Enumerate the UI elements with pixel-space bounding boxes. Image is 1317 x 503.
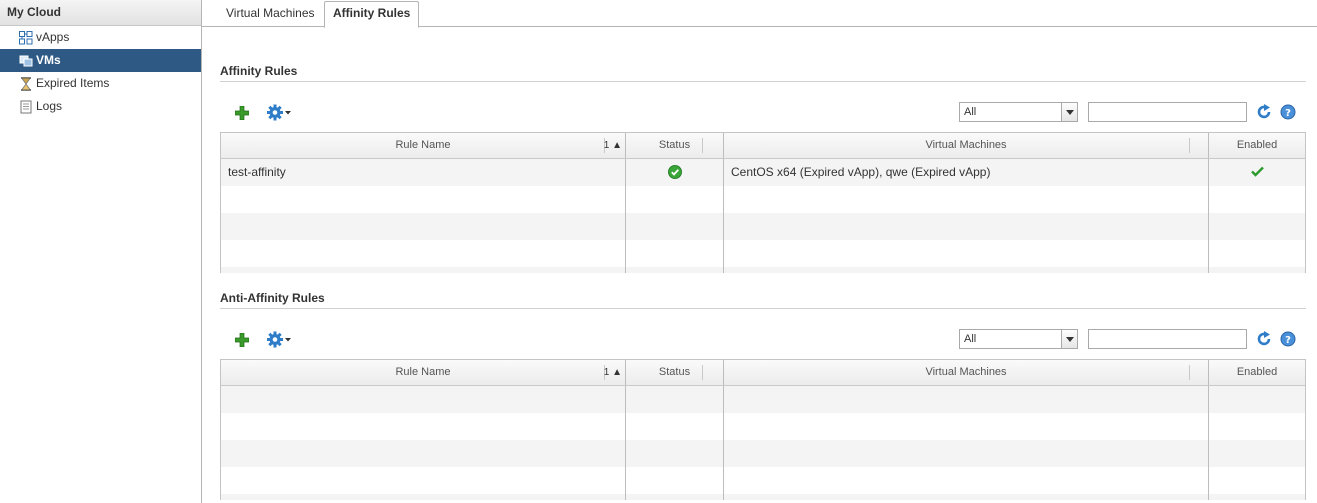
sidebar-title: My Cloud bbox=[0, 0, 201, 26]
help-icon[interactable]: ? bbox=[1280, 331, 1296, 347]
col-header-virtual-machines[interactable]: Virtual Machines bbox=[724, 360, 1209, 385]
cell-rule-name: test-affinity bbox=[221, 159, 626, 186]
chevron-down-icon bbox=[1061, 330, 1077, 348]
sidebar-item-vms[interactable]: VMs bbox=[0, 49, 201, 72]
cell-virtual-machines: CentOS x64 (Expired vApp), qwe (Expired … bbox=[724, 159, 1209, 186]
grid-header: Rule Name 1 ▲ Status Virtual Machines En… bbox=[221, 360, 1305, 386]
table-row-empty bbox=[221, 413, 1305, 440]
col-header-rule-name[interactable]: Rule Name 1 ▲ bbox=[221, 360, 626, 385]
checkmark-icon bbox=[1250, 166, 1264, 177]
refresh-icon[interactable] bbox=[1256, 104, 1272, 120]
table-row[interactable]: test-affinity CentOS x64 (Expired vApp),… bbox=[221, 159, 1305, 186]
cell-enabled bbox=[1209, 159, 1305, 186]
table-row-empty bbox=[221, 186, 1305, 213]
col-header-enabled[interactable]: Enabled bbox=[1209, 133, 1305, 158]
table-row-empty bbox=[221, 440, 1305, 467]
sidebar: My Cloud vApps VMs Expired Items Logs bbox=[0, 0, 202, 503]
col-header-virtual-machines[interactable]: Virtual Machines bbox=[724, 133, 1209, 158]
affinity-rules-grid: Rule Name 1 ▲ Status Virtual Machines En… bbox=[220, 132, 1306, 273]
add-icon[interactable] bbox=[234, 332, 250, 348]
table-row-empty bbox=[221, 467, 1305, 494]
section-title: Affinity Rules bbox=[220, 61, 1306, 82]
col-header-enabled[interactable]: Enabled bbox=[1209, 360, 1305, 385]
sidebar-item-label: Logs bbox=[36, 99, 63, 113]
anti-affinity-rules-grid: Rule Name 1 ▲ Status Virtual Machines En… bbox=[220, 359, 1306, 500]
svg-text:?: ? bbox=[1285, 108, 1291, 119]
add-icon[interactable] bbox=[234, 105, 250, 121]
affinity-rules-section: Affinity Rules All ? Rule Name 1 ▲ Statu… bbox=[220, 61, 1306, 273]
anti-affinity-rules-section: Anti-Affinity Rules All ? Rule Name 1 ▲ bbox=[220, 288, 1306, 500]
table-row-empty bbox=[221, 267, 1305, 273]
sidebar-item-label: vApps bbox=[36, 30, 70, 44]
toolbar: All ? bbox=[220, 324, 1306, 354]
grid-header: Rule Name 1 ▲ Status Virtual Machines En… bbox=[221, 133, 1305, 159]
grid-body: test-affinity CentOS x64 (Expired vApp),… bbox=[221, 159, 1305, 273]
log-icon bbox=[19, 100, 33, 114]
sidebar-item-label: Expired Items bbox=[36, 76, 110, 90]
tab-virtual-machines[interactable]: Virtual Machines bbox=[218, 2, 323, 25]
vm-icon bbox=[19, 54, 33, 68]
table-row-empty bbox=[221, 494, 1305, 500]
section-title: Anti-Affinity Rules bbox=[220, 288, 1306, 309]
tab-bar: Virtual Machines Affinity Rules bbox=[202, 0, 1317, 28]
gear-menu-icon[interactable] bbox=[267, 331, 293, 348]
help-icon[interactable]: ? bbox=[1280, 104, 1296, 120]
table-row-empty bbox=[221, 213, 1305, 240]
toolbar: All ? bbox=[220, 97, 1306, 127]
filter-select[interactable]: All bbox=[959, 102, 1078, 122]
sidebar-item-expired-items[interactable]: Expired Items bbox=[0, 72, 201, 95]
gear-menu-icon[interactable] bbox=[267, 104, 293, 121]
sort-indicator: 1 ▲ bbox=[603, 367, 622, 378]
grid-body bbox=[221, 386, 1305, 500]
chevron-down-icon bbox=[1061, 103, 1077, 121]
sort-indicator: 1 ▲ bbox=[603, 140, 622, 151]
col-header-status[interactable]: Status bbox=[626, 360, 724, 385]
table-row-empty bbox=[221, 240, 1305, 267]
status-ok-icon bbox=[667, 164, 682, 179]
refresh-icon[interactable] bbox=[1256, 331, 1272, 347]
tab-affinity-rules[interactable]: Affinity Rules bbox=[324, 1, 420, 28]
cell-status bbox=[626, 159, 724, 186]
col-header-rule-name[interactable]: Rule Name 1 ▲ bbox=[221, 133, 626, 158]
hourglass-icon bbox=[19, 76, 33, 91]
table-row-empty bbox=[221, 386, 1305, 413]
col-header-status[interactable]: Status bbox=[626, 133, 724, 158]
filter-select[interactable]: All bbox=[959, 329, 1078, 349]
vapps-icon bbox=[19, 30, 33, 45]
sidebar-item-logs[interactable]: Logs bbox=[0, 95, 201, 118]
svg-text:?: ? bbox=[1285, 335, 1291, 346]
sidebar-item-vapps[interactable]: vApps bbox=[0, 26, 201, 49]
search-input[interactable] bbox=[1088, 329, 1247, 349]
search-input[interactable] bbox=[1088, 102, 1247, 122]
sidebar-item-label: VMs bbox=[36, 53, 61, 67]
